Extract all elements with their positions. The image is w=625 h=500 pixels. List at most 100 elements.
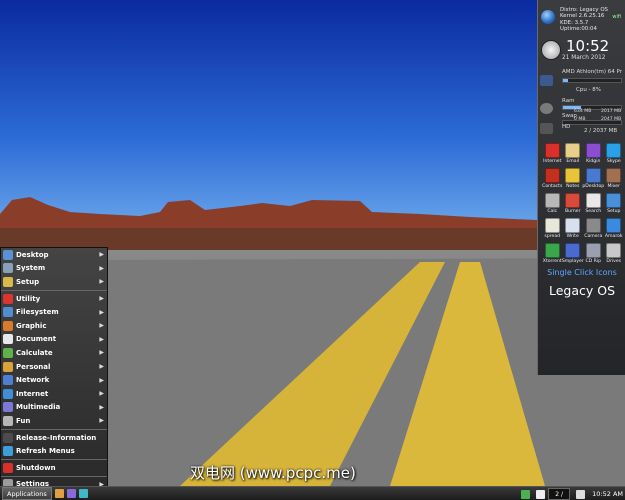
system-info: Distro: Legacy OS Kernel 2.6.25.16 KDE: … <box>560 7 608 32</box>
app-launcher-search[interactable]: Search <box>583 193 604 214</box>
app-label: CD Rip <box>585 259 602 264</box>
submenu-arrow-icon: ▶ <box>99 322 104 330</box>
menu-item-desktop[interactable]: Desktop ▶ <box>1 248 107 262</box>
app-launcher-drives[interactable]: Drives <box>604 243 625 264</box>
app-launcher-email[interactable]: Email <box>563 143 584 164</box>
refresh-menus-icon <box>3 446 13 457</box>
menu-item-document[interactable]: Document ▶ <box>1 333 107 347</box>
camera-icon <box>585 218 601 233</box>
app-label: Burner <box>565 209 581 214</box>
applications-menu: Desktop ▶ System ▶ Setup ▶ Utility ▶ Filesystem ▶… <box>0 247 108 490</box>
applications-button[interactable]: Applications <box>2 487 52 500</box>
mixer-icon <box>606 168 622 183</box>
submenu-arrow-icon: ▶ <box>99 278 104 286</box>
menu-item-filesystem[interactable]: Filesystem ▶ <box>1 305 107 319</box>
notes-icon <box>565 168 581 183</box>
menu-separator <box>1 428 107 430</box>
app-launcher-cd-rip[interactable]: CD Rip <box>583 243 604 264</box>
menu-item-personal[interactable]: Personal ▶ <box>1 360 107 374</box>
shutdown-icon <box>3 462 13 473</box>
menu-item-shutdown[interactable]: Shutdown <box>1 461 107 475</box>
app-launcher-camera[interactable]: Camera <box>583 218 604 239</box>
menu-item-release-information[interactable]: Release-Information <box>1 431 107 445</box>
menu-item-label: Shutdown <box>16 463 56 472</box>
system-icon <box>3 263 13 274</box>
app-launcher-burner[interactable]: Burner <box>563 193 584 214</box>
app-launcher-setup[interactable]: Setup <box>604 193 625 214</box>
menu-item-fun[interactable]: Fun ▶ <box>1 414 107 428</box>
app-label: Amarok <box>604 234 623 239</box>
clipboard-icon[interactable] <box>536 489 546 499</box>
app-launcher-calc[interactable]: Calc <box>542 193 563 214</box>
app-launcher-write[interactable]: Write <box>563 218 584 239</box>
document-icon <box>3 334 13 345</box>
submenu-arrow-icon: ▶ <box>99 403 104 411</box>
desktop-icon <box>3 249 13 260</box>
app-launcher-kidgin[interactable]: Kidgin <box>583 143 604 164</box>
app-label: Contacts <box>542 184 563 189</box>
taskbar: Applications 2 / 10:52 AM <box>0 486 625 500</box>
app-launcher-contacts[interactable]: Contacts <box>542 168 563 189</box>
search-icon <box>585 193 601 208</box>
menu-item-label: Calculate <box>16 348 53 357</box>
cpu-model: AMD Athlon(tm) 64 Pr <box>562 69 622 75</box>
app-label: Notes <box>566 184 580 189</box>
ram-total: 2017 MB <box>601 109 622 114</box>
calculator-icon <box>544 193 560 208</box>
app-launcher-skype[interactable]: Skype <box>604 143 625 164</box>
menu-separator <box>1 475 107 477</box>
submenu-arrow-icon: ▶ <box>99 335 104 343</box>
media-icon[interactable] <box>66 489 76 498</box>
app-label: Email <box>566 159 580 164</box>
submenu-arrow-icon: ▶ <box>99 251 104 259</box>
single-click-icons-label: Single Click Icons <box>547 268 617 277</box>
app-launcher-internet[interactable]: Internet <box>542 143 563 164</box>
clock-time: 10:52 <box>566 37 610 55</box>
player-icon <box>565 243 581 258</box>
menu-item-multimedia[interactable]: Multimedia ▶ <box>1 401 107 415</box>
release-information-icon <box>3 432 13 443</box>
app-label: Calc <box>547 209 558 214</box>
desktop-pager[interactable]: 2 / <box>548 488 571 500</box>
ram-label: Ram <box>562 98 575 104</box>
amarok-icon <box>606 218 622 233</box>
submenu-arrow-icon: ▶ <box>99 390 104 398</box>
menu-item-refresh-menus[interactable]: Refresh Menus <box>1 444 107 458</box>
menu-item-graphic[interactable]: Graphic ▶ <box>1 319 107 333</box>
network-icon[interactable] <box>521 489 531 499</box>
app-launcher-amarok[interactable]: Amarok <box>604 218 625 239</box>
submenu-arrow-icon: ▶ <box>99 376 104 384</box>
write-icon <box>565 218 581 233</box>
network-icon <box>3 375 13 386</box>
desktop-panel: Distro: Legacy OS Kernel 2.6.25.16 KDE: … <box>537 0 625 375</box>
terminal-icon[interactable] <box>54 489 64 498</box>
burner-icon <box>565 193 581 208</box>
swap-total: 2047 MB <box>601 117 622 122</box>
menu-item-label: Utility <box>16 294 41 303</box>
show-desktop-icon[interactable] <box>576 489 586 499</box>
app-launcher-xtorrent[interactable]: Xtorrent <box>542 243 563 264</box>
submenu-arrow-icon: ▶ <box>99 295 104 303</box>
calculate-icon <box>3 347 13 358</box>
app-label: Camera <box>584 234 603 239</box>
submenu-arrow-icon: ▶ <box>99 417 104 425</box>
app-launcher-smplayer[interactable]: Smplayer <box>562 243 584 264</box>
app-launcher-pdesktop[interactable]: pDesktop <box>582 168 604 189</box>
menu-item-system[interactable]: System ▶ <box>1 262 107 276</box>
torrent-icon <box>544 243 560 258</box>
clock-date: 21 March 2012 <box>562 55 606 61</box>
app-launcher-mixer[interactable]: Mixer <box>604 168 625 189</box>
menu-item-internet[interactable]: Internet ▶ <box>1 387 107 401</box>
app-launcher-notes[interactable]: Notes <box>563 168 584 189</box>
swap-used: 0 MB <box>574 117 586 122</box>
uptime-line: Uptime:00:04 <box>560 25 597 32</box>
menu-item-setup[interactable]: Setup ▶ <box>1 275 107 289</box>
menu-item-utility[interactable]: Utility ▶ <box>1 292 107 306</box>
app-launcher-spread[interactable]: spread <box>542 218 563 239</box>
menu-item-calculate[interactable]: Calculate ▶ <box>1 346 107 360</box>
taskbar-clock[interactable]: 10:52 AM <box>592 490 623 498</box>
upload-icon[interactable] <box>78 489 88 498</box>
filesystem-icon <box>3 307 13 318</box>
menu-item-network[interactable]: Network ▶ <box>1 373 107 387</box>
kernel-line: Kernel 2.6.25.16 <box>560 13 605 20</box>
